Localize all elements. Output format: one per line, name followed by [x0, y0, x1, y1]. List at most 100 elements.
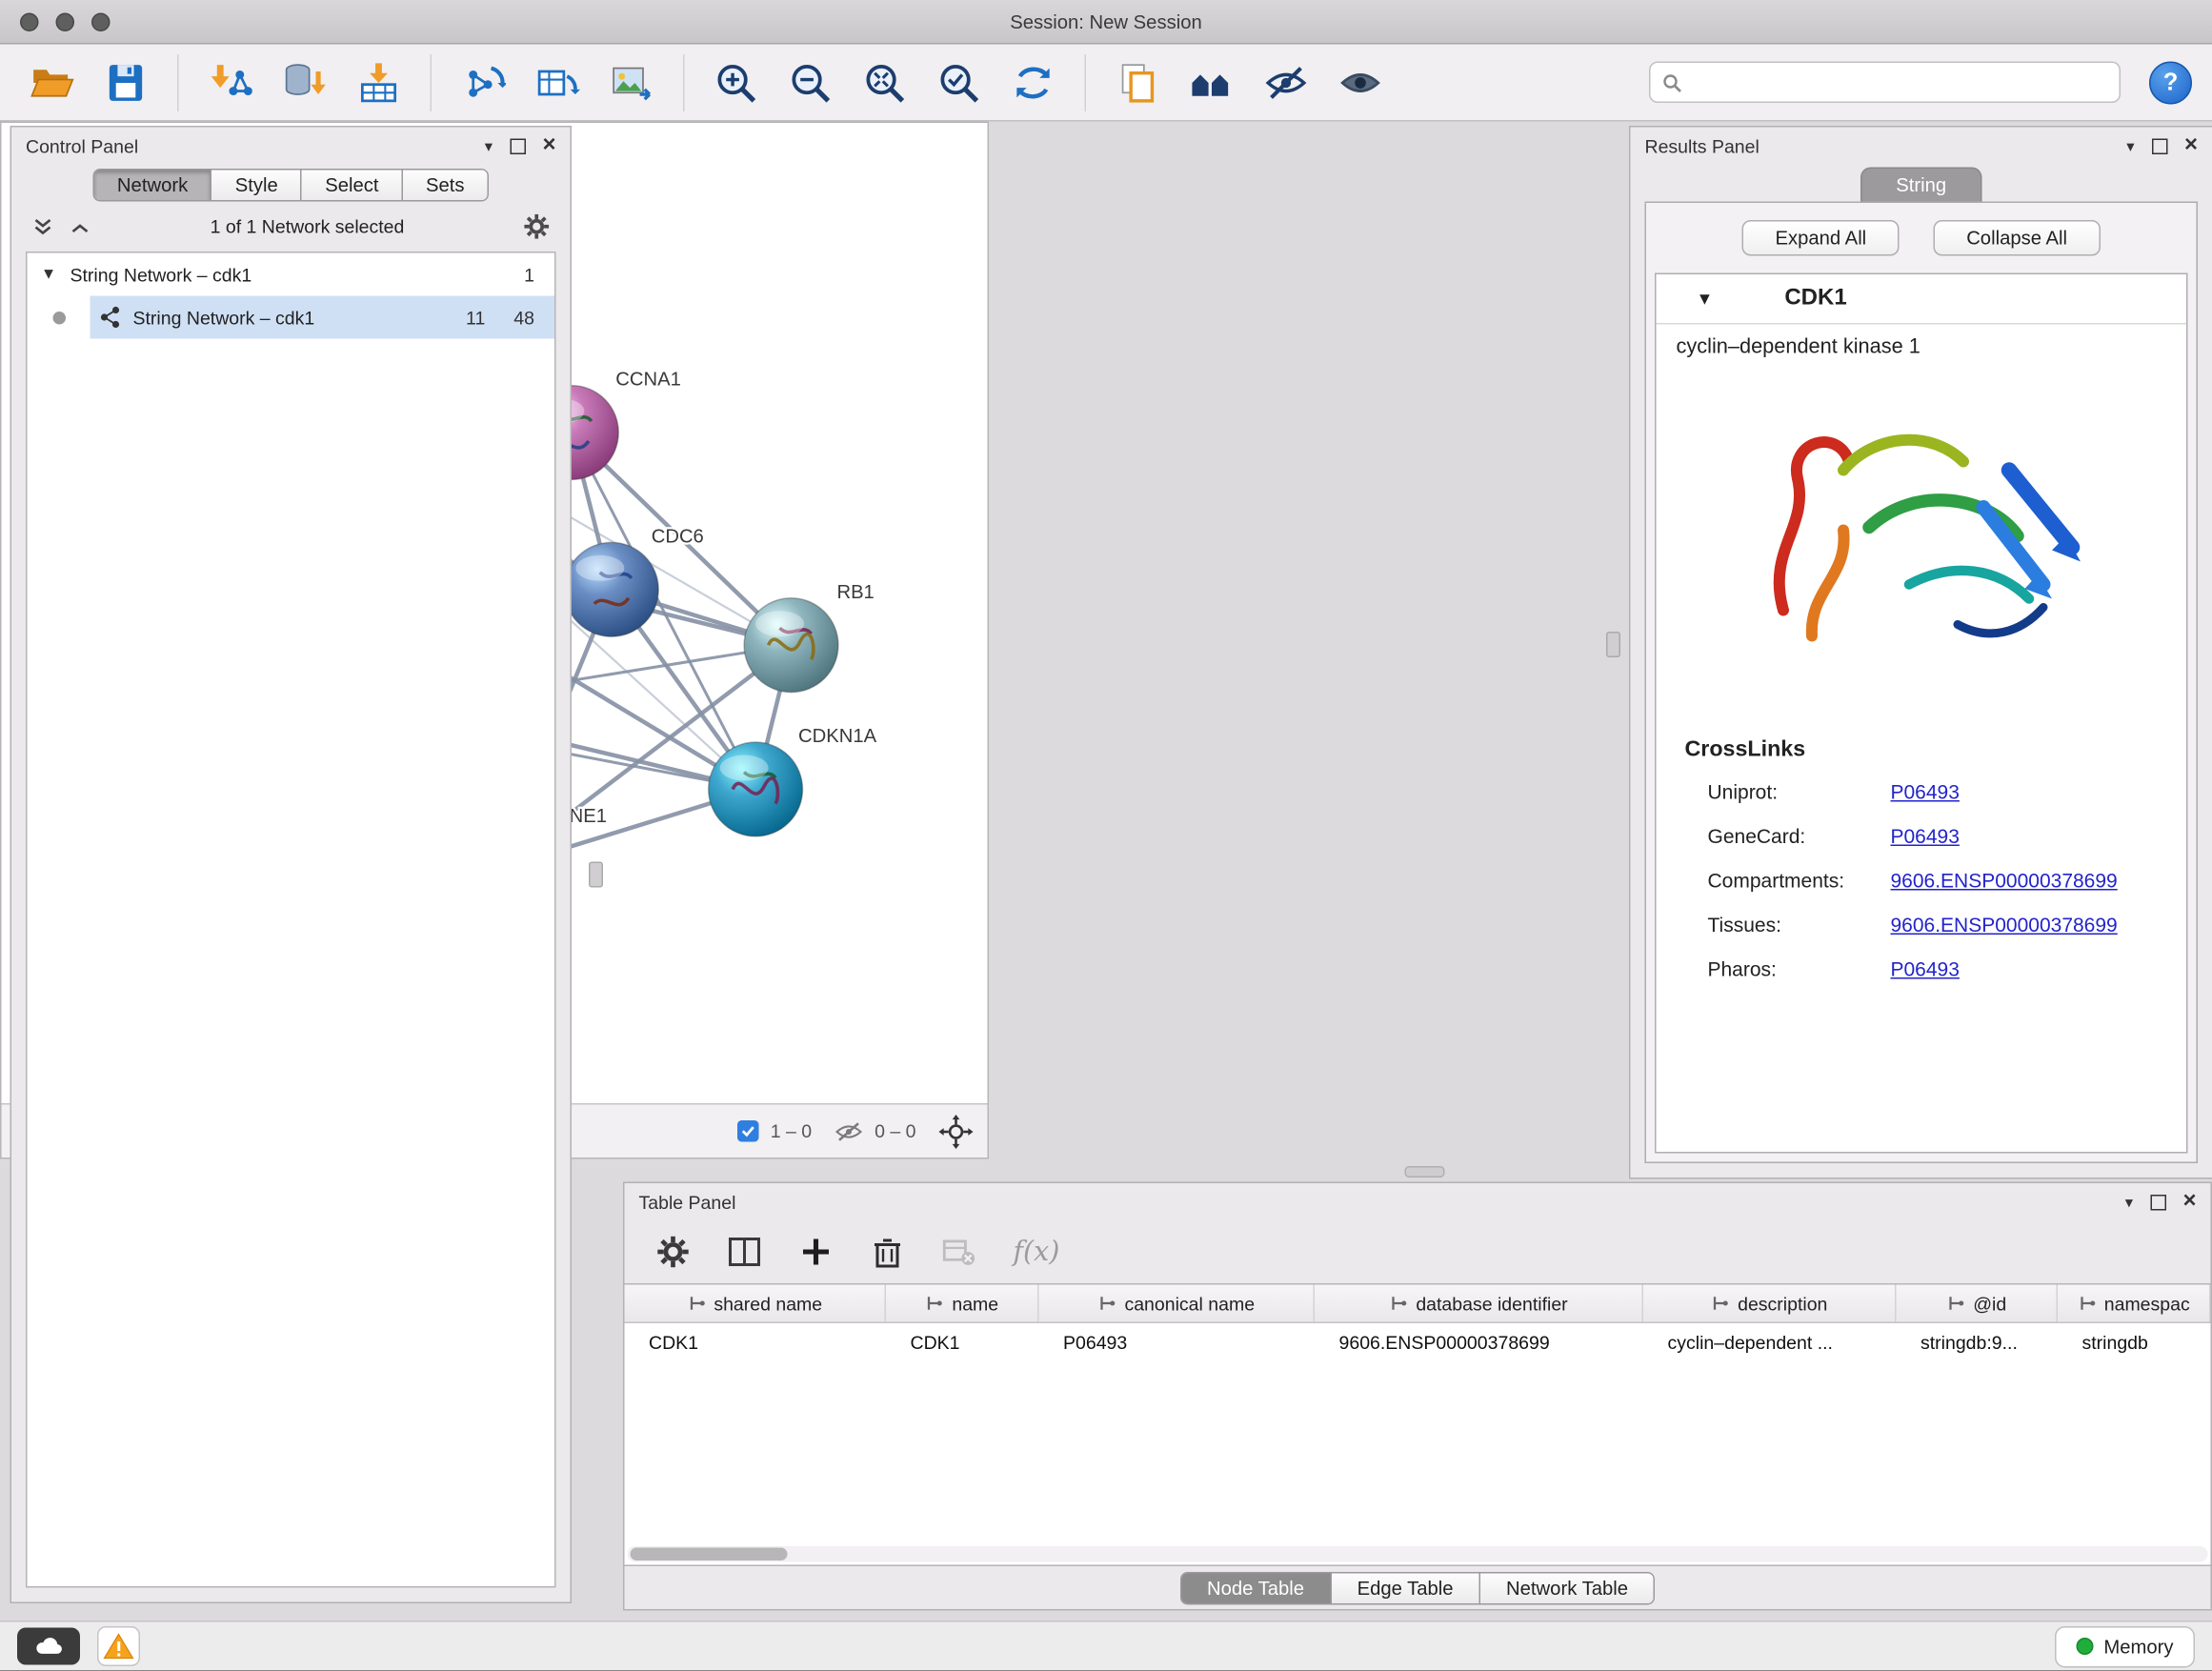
network-row-selected[interactable]: String Network – cdk1 11 48 — [90, 296, 555, 339]
expand-all-icon[interactable] — [69, 215, 91, 238]
apply-layout-button[interactable] — [1002, 52, 1065, 112]
gear-icon[interactable] — [523, 213, 551, 241]
column-header-id[interactable]: @id — [1897, 1285, 2059, 1322]
close-panel-icon[interactable]: × — [2182, 1191, 2196, 1214]
collapse-all-icon[interactable] — [31, 215, 54, 238]
titlebar: Session: New Session — [0, 0, 2212, 45]
table-tabs: Node Table Edge Table Network Table — [625, 1566, 2211, 1609]
tab-network[interactable]: Network — [94, 171, 212, 201]
collapse-panel-icon[interactable]: ▾ — [2126, 136, 2134, 155]
cloud-icon — [29, 1634, 69, 1660]
close-panel-icon[interactable]: × — [542, 134, 555, 157]
node-table[interactable]: shared name name canonical name database… — [625, 1283, 2211, 1566]
horizontal-scrollbar[interactable] — [628, 1546, 2208, 1562]
tab-style[interactable]: Style — [212, 171, 303, 201]
column-header-name[interactable]: name — [886, 1285, 1039, 1322]
cell-shared-name[interactable]: CDK1 — [625, 1323, 887, 1362]
tab-node-table[interactable]: Node Table — [1181, 1573, 1332, 1603]
float-panel-icon[interactable] — [2151, 138, 2167, 154]
function-builder-fx-icon: f(x) — [1014, 1237, 1060, 1268]
column-header-shared-name[interactable]: shared name — [625, 1285, 887, 1322]
scrollbar-thumb[interactable] — [631, 1548, 788, 1561]
crosslink-tissues-link[interactable]: 9606.ENSP00000378699 — [1891, 913, 2118, 936]
gene-section-header[interactable]: ▼ CDK1 — [1657, 274, 2187, 325]
zoom-in-button[interactable] — [705, 52, 768, 112]
selected-nodes-checkbox-icon[interactable] — [737, 1120, 759, 1142]
show-columns-icon[interactable] — [728, 1235, 762, 1269]
export-image-button[interactable] — [600, 52, 663, 112]
right-splitter-handle[interactable] — [1606, 632, 1620, 657]
tab-network-table[interactable]: Network Table — [1480, 1573, 1654, 1603]
network-node-cdkn1a[interactable] — [709, 742, 803, 836]
collapse-panel-icon[interactable]: ▾ — [485, 136, 493, 155]
open-session-button[interactable] — [20, 52, 83, 112]
cell-name[interactable]: CDK1 — [886, 1323, 1039, 1362]
save-session-button[interactable] — [94, 52, 157, 112]
node-label-cdc6: CDC6 — [652, 526, 704, 547]
cell-namespace[interactable]: stringdb — [2058, 1323, 2211, 1362]
tab-sets[interactable]: Sets — [403, 171, 488, 201]
tab-edge-table[interactable]: Edge Table — [1332, 1573, 1480, 1603]
crosslink-row: Compartments: 9606.ENSP00000378699 — [1657, 857, 2187, 902]
cell-database-identifier[interactable]: 9606.ENSP00000378699 — [1315, 1323, 1643, 1362]
left-splitter-handle[interactable] — [589, 862, 603, 888]
import-network-database-button[interactable] — [273, 52, 336, 112]
crosslink-genecard-link[interactable]: P06493 — [1891, 824, 1960, 847]
string-network-icon — [99, 306, 122, 329]
disclosure-triangle-icon[interactable]: ▼ — [28, 266, 70, 283]
column-header-database-identifier[interactable]: database identifier — [1315, 1285, 1643, 1322]
cell-description[interactable]: cyclin–dependent ... — [1643, 1323, 1897, 1362]
help-button[interactable]: ? — [2149, 61, 2192, 104]
collapse-panel-icon[interactable]: ▾ — [2125, 1193, 2133, 1212]
network-row[interactable]: String Network – cdk1 11 48 — [28, 296, 555, 339]
zoom-out-button[interactable] — [779, 52, 842, 112]
cloud-button[interactable] — [17, 1628, 80, 1665]
houses-icon — [1189, 59, 1235, 105]
network-node-rb1[interactable] — [744, 598, 838, 693]
toolbar-separator — [177, 53, 179, 111]
export-network-button[interactable] — [452, 52, 514, 112]
search-input[interactable] — [1691, 70, 2108, 95]
crosslink-row: Uniprot: P06493 — [1657, 769, 2187, 814]
crosshair-icon[interactable] — [939, 1114, 974, 1148]
column-header-canonical-name[interactable]: canonical name — [1039, 1285, 1316, 1322]
graphics-details-button[interactable] — [1180, 52, 1243, 112]
cell-canonical-name[interactable]: P06493 — [1039, 1323, 1316, 1362]
column-header-namespace[interactable]: namespac — [2058, 1285, 2211, 1322]
zoom-in-icon — [714, 59, 759, 105]
tab-select[interactable]: Select — [302, 171, 403, 201]
warning-button[interactable] — [97, 1627, 140, 1667]
crosslink-pharos-link[interactable]: P06493 — [1891, 956, 1960, 979]
delete-column-trash-icon[interactable] — [871, 1235, 905, 1269]
crosslink-compartments-link[interactable]: 9606.ENSP00000378699 — [1891, 868, 2118, 891]
table-settings-gear-icon[interactable] — [656, 1235, 691, 1269]
copy-document-button[interactable] — [1106, 52, 1169, 112]
node-table-row[interactable]: CDK1 CDK1 P06493 9606.ENSP00000378699 cy… — [625, 1323, 2211, 1362]
network-node-cdc6[interactable] — [564, 542, 658, 636]
close-panel-icon[interactable]: × — [2184, 134, 2198, 157]
column-header-description[interactable]: description — [1643, 1285, 1897, 1322]
hide-details-button[interactable] — [1255, 52, 1317, 112]
float-panel-icon[interactable] — [510, 138, 526, 154]
bottom-splitter-handle[interactable] — [1405, 1166, 1445, 1178]
tab-string[interactable]: String — [1860, 168, 1982, 202]
search-field[interactable] — [1649, 62, 2121, 104]
gene-description: cyclin–dependent kinase 1 — [1657, 325, 2187, 359]
memory-button[interactable]: Memory — [2055, 1626, 2195, 1668]
expand-all-button[interactable]: Expand All — [1742, 220, 1900, 256]
add-column-plus-icon[interactable] — [799, 1235, 834, 1269]
hidden-eye-slash-icon — [835, 1119, 863, 1142]
zoom-fit-button[interactable] — [854, 52, 916, 112]
import-network-file-button[interactable] — [199, 52, 262, 112]
export-table-button[interactable] — [526, 52, 589, 112]
current-network-dot-icon — [52, 311, 66, 324]
disclosure-triangle-icon[interactable]: ▼ — [1697, 289, 1714, 309]
network-collection-row[interactable]: ▼ String Network – cdk1 1 — [28, 253, 555, 296]
import-table-button[interactable] — [348, 52, 411, 112]
show-details-button[interactable] — [1329, 52, 1392, 112]
crosslink-uniprot-link[interactable]: P06493 — [1891, 779, 1960, 802]
float-panel-icon[interactable] — [2150, 1194, 2166, 1210]
cell-id[interactable]: stringdb:9... — [1897, 1323, 2059, 1362]
zoom-selected-button[interactable] — [928, 52, 991, 112]
collapse-all-button[interactable]: Collapse All — [1934, 220, 2101, 256]
